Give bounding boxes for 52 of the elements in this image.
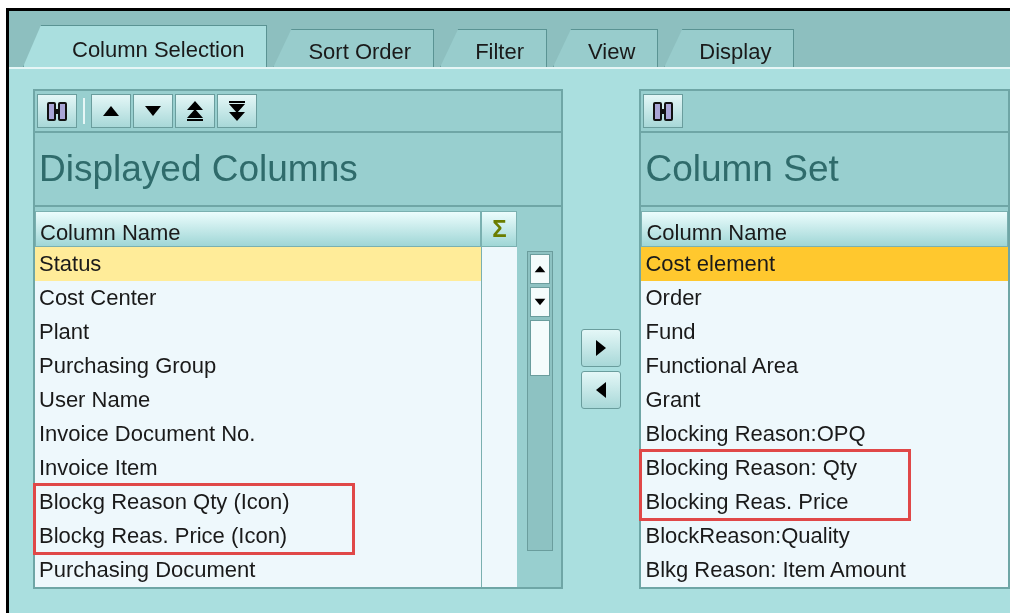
list-row[interactable]: Fund bbox=[641, 315, 1008, 349]
sum-header[interactable]: Σ bbox=[481, 211, 518, 247]
list-row[interactable]: Blocking Reason: Qty bbox=[641, 451, 910, 485]
list-row[interactable]: Purchasing Document bbox=[35, 553, 482, 587]
list-row[interactable]: Blkg Reason: Item Amount bbox=[641, 553, 1008, 587]
binoculars-icon bbox=[46, 100, 68, 122]
scroll-up-button[interactable] bbox=[530, 254, 551, 284]
move-top-button[interactable] bbox=[175, 94, 215, 128]
move-up-button[interactable] bbox=[91, 94, 131, 128]
double-down-arrow-icon bbox=[228, 101, 246, 121]
list-row[interactable]: Functional Area bbox=[641, 349, 1008, 383]
find-button[interactable] bbox=[37, 94, 77, 128]
panel-title: Displayed Columns bbox=[35, 133, 562, 207]
list-row[interactable]: Status bbox=[35, 247, 482, 281]
list-row[interactable]: Invoice Document No. bbox=[35, 417, 482, 451]
left-arrow-icon bbox=[595, 381, 608, 399]
list-row[interactable]: Invoice Item bbox=[35, 451, 482, 485]
list-row[interactable]: Blockg Reason Qty (Icon) bbox=[35, 485, 353, 519]
tab[interactable]: Filter bbox=[440, 29, 548, 67]
binoculars-icon bbox=[652, 100, 675, 122]
move-down-button[interactable] bbox=[133, 94, 173, 128]
column-header[interactable]: Column Name bbox=[641, 211, 1008, 247]
up-arrow-icon bbox=[102, 105, 120, 117]
list-row[interactable]: Cost element bbox=[641, 247, 1008, 281]
list-row[interactable]: BlockReason:Quality bbox=[641, 519, 1008, 553]
down-arrow-icon bbox=[534, 296, 547, 308]
list-row[interactable]: Plant bbox=[35, 315, 482, 349]
scrollbar[interactable] bbox=[527, 251, 554, 551]
right-arrow-icon bbox=[595, 339, 608, 357]
move-bottom-button[interactable] bbox=[217, 94, 257, 128]
list-row[interactable]: Grant bbox=[641, 383, 1008, 417]
list-row[interactable]: Blockg Reas. Price (Icon) bbox=[35, 519, 353, 553]
list-row[interactable]: Blocking Reas. Price bbox=[641, 485, 910, 519]
double-up-arrow-icon bbox=[186, 101, 204, 121]
up-arrow-icon bbox=[534, 263, 547, 275]
tab[interactable]: Column Selection bbox=[23, 25, 268, 67]
scroll-down-button[interactable] bbox=[530, 287, 551, 317]
move-left-button[interactable] bbox=[581, 371, 622, 409]
tab[interactable]: Display bbox=[664, 29, 795, 67]
list-row[interactable]: Cost Center bbox=[35, 281, 482, 315]
list-row[interactable]: User Name bbox=[35, 383, 482, 417]
panel-title: Column Set bbox=[641, 133, 1008, 207]
tab[interactable]: View bbox=[553, 29, 659, 67]
list-row[interactable]: Blocking Reason:OPQ bbox=[641, 417, 1008, 451]
scroll-thumb[interactable] bbox=[530, 320, 551, 376]
column-header[interactable]: Column Name bbox=[35, 211, 482, 247]
down-arrow-icon bbox=[144, 105, 162, 117]
tab[interactable]: Sort Order bbox=[273, 29, 435, 67]
list-row[interactable]: Order bbox=[641, 281, 1008, 315]
find-button[interactable] bbox=[643, 94, 684, 128]
list-row[interactable]: Purchasing Group bbox=[35, 349, 482, 383]
move-right-button[interactable] bbox=[581, 329, 622, 367]
